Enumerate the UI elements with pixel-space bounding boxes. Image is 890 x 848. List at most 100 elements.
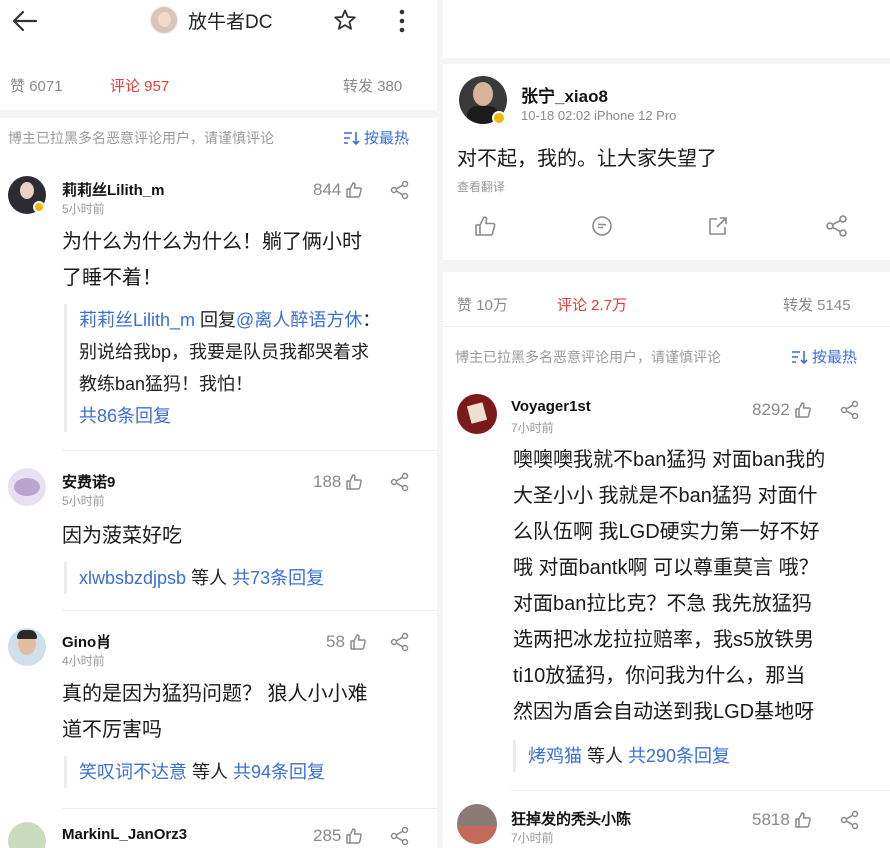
- reply-users[interactable]: xlwbsbzdjpsb: [79, 568, 186, 588]
- back-arrow-icon[interactable]: [10, 8, 40, 34]
- like-count: 188: [313, 472, 342, 491]
- comment-item: 安费诺9 5小时前 188 因为菠菜好吃 xlwbsbzdjpsb 等人 共73…: [0, 462, 437, 602]
- stats-bar: 赞 10万 评论 2.7万 转发 5145: [443, 294, 890, 324]
- comment-line: 道不厉害吗: [62, 719, 162, 741]
- reply-colon: ：: [362, 310, 381, 330]
- sort-icon: [344, 132, 360, 145]
- star-icon[interactable]: [333, 8, 357, 32]
- repost-icon[interactable]: [706, 214, 730, 238]
- comment-line: 对面ban拉比克？不急 我先放猛犸: [513, 593, 812, 615]
- comment-item: 狂掉发的秃头小陈 7小时前 5818: [443, 800, 890, 848]
- thumb-up-icon: [346, 182, 363, 198]
- reply-author[interactable]: 莉莉丝Lilith_m: [79, 310, 195, 330]
- divider: [443, 260, 890, 272]
- comment-username[interactable]: Gino肖: [62, 631, 111, 652]
- comment-username[interactable]: 狂掉发的秃头小陈: [511, 808, 631, 829]
- like-button[interactable]: 844: [313, 180, 363, 200]
- comment-item: 莉莉丝Lilith_m 5小时前 844 为什么为什么为什么！躺了俩小时 了睡不…: [0, 170, 437, 440]
- block-notice: 博主已拉黑多名恶意评论用户，请谨慎评论: [8, 130, 274, 146]
- divider: [511, 790, 890, 791]
- share-icon[interactable]: [840, 400, 860, 420]
- sort-button[interactable]: 按最热: [791, 346, 857, 367]
- comment-line: 真的是因为猛犸问题？ 狼人小小难: [62, 683, 368, 705]
- stats-bar: 赞 6071 评论 957 转发 380: [0, 75, 437, 105]
- comment-line: 哦 对面bantk啊 可以尊重莫言 哦？: [513, 557, 819, 579]
- view-replies-link[interactable]: 共73条回复: [232, 568, 324, 588]
- comments-tab[interactable]: 评论 2.7万: [557, 294, 627, 315]
- comment-username[interactable]: 莉莉丝Lilith_m: [62, 179, 165, 200]
- more-vertical-icon[interactable]: [395, 8, 409, 34]
- reply-line: 莉莉丝Lilith_m 回复@离人醉语方休：: [79, 304, 434, 336]
- comment-time: 5小时前: [62, 494, 105, 508]
- comments-tab[interactable]: 评论 957: [110, 75, 169, 96]
- like-button[interactable]: 188: [313, 472, 363, 492]
- reposts-count[interactable]: 转发 5145: [783, 294, 851, 315]
- comment-icon[interactable]: [590, 214, 614, 238]
- verified-badge-icon: [492, 111, 506, 125]
- like-button[interactable]: 58: [326, 632, 367, 652]
- reply-users[interactable]: 烤鸡猫: [528, 746, 582, 766]
- comment-username[interactable]: 安费诺9: [62, 471, 115, 492]
- divider: [0, 110, 437, 118]
- likes-count[interactable]: 赞 10万: [457, 294, 508, 315]
- sort-label: 按最热: [364, 130, 410, 147]
- comment-username[interactable]: MarkinL_JanOrz3: [62, 826, 187, 843]
- share-icon[interactable]: [390, 472, 410, 492]
- mention-link[interactable]: @离人醉语方休: [236, 310, 362, 330]
- reposts-count[interactable]: 转发 380: [343, 75, 402, 96]
- reply-line: 别说给我bp，我要是队员我都哭着求: [79, 342, 370, 362]
- view-replies-link[interactable]: 共290条回复: [628, 746, 730, 766]
- post-text: 对不起，我的。让大家失望了: [457, 148, 717, 170]
- divider: [62, 610, 437, 611]
- post-author[interactable]: 张宁_xiao8: [521, 82, 608, 107]
- translate-link[interactable]: 查看翻译: [457, 178, 505, 195]
- likes-count[interactable]: 赞 6071: [10, 75, 63, 96]
- share-icon[interactable]: [840, 810, 860, 830]
- thumb-up-icon[interactable]: [473, 214, 497, 238]
- reply-preview[interactable]: 莉莉丝Lilith_m 回复@离人醉语方休： 别说给我bp，我要是队员我都哭着求…: [64, 304, 434, 432]
- like-count: 58: [326, 632, 345, 651]
- title-group: 放牛者DC: [150, 6, 272, 34]
- comment-text: 为什么为什么为什么！躺了俩小时 了睡不着！: [62, 224, 432, 296]
- view-replies-link[interactable]: 共86条回复: [79, 400, 434, 432]
- comment-text: 真的是因为猛犸问题？ 狼人小小难 道不厉害吗: [62, 676, 432, 748]
- sort-button[interactable]: 按最热: [343, 127, 409, 148]
- like-button[interactable]: 285: [313, 826, 363, 846]
- user-avatar[interactable]: [8, 468, 46, 506]
- like-count: 844: [313, 180, 342, 199]
- share-icon[interactable]: [390, 632, 410, 652]
- share-icon[interactable]: [390, 826, 410, 846]
- reply-etc: 等人: [582, 746, 629, 766]
- like-count: 285: [313, 826, 342, 845]
- reply-etc: 等人: [186, 568, 233, 588]
- comment-username[interactable]: Voyager1st: [511, 398, 591, 415]
- sort-label: 按最热: [812, 349, 858, 366]
- comment-line: 然因为盾会自动送到我LGD基地呀: [513, 701, 815, 723]
- divider: [62, 808, 437, 809]
- share-icon[interactable]: [390, 180, 410, 200]
- thumb-up-icon: [795, 812, 811, 828]
- comment-time: 7小时前: [511, 421, 554, 435]
- page-title: 放牛者DC: [188, 11, 273, 33]
- reply-word: 回复: [195, 310, 237, 330]
- post-meta: 10-18 02:02 iPhone 12 Pro: [521, 108, 677, 123]
- reply-etc: 等人: [187, 762, 234, 782]
- user-avatar[interactable]: [8, 628, 46, 666]
- like-button[interactable]: 8292: [752, 400, 812, 420]
- reply-preview[interactable]: 烤鸡猫 等人 共290条回复: [513, 740, 885, 772]
- user-avatar[interactable]: [457, 804, 497, 844]
- like-button[interactable]: 5818: [752, 810, 812, 830]
- comment-time: 5小时前: [62, 202, 105, 216]
- view-replies-link[interactable]: 共94条回复: [233, 762, 325, 782]
- reply-preview[interactable]: xlwbsbzdjpsb 等人 共73条回复: [64, 562, 434, 594]
- reply-users[interactable]: 笑叹词不达意: [79, 762, 187, 782]
- share-icon[interactable]: [825, 214, 849, 238]
- comment-text: 噢噢噢我就不ban猛犸 对面ban我的 大圣小小 我就是不ban猛犸 对面什 么…: [513, 442, 885, 730]
- user-avatar[interactable]: [8, 822, 46, 848]
- reply-preview[interactable]: 笑叹词不达意 等人 共94条回复: [64, 756, 434, 788]
- comment-line: 大圣小小 我就是不ban猛犸 对面什: [513, 485, 818, 507]
- comment-line: 选两把冰龙拉拉赔率，我s5放铁男: [513, 629, 815, 651]
- thumb-up-icon: [346, 474, 363, 490]
- blogger-avatar[interactable]: [150, 6, 178, 34]
- user-avatar[interactable]: [457, 394, 497, 434]
